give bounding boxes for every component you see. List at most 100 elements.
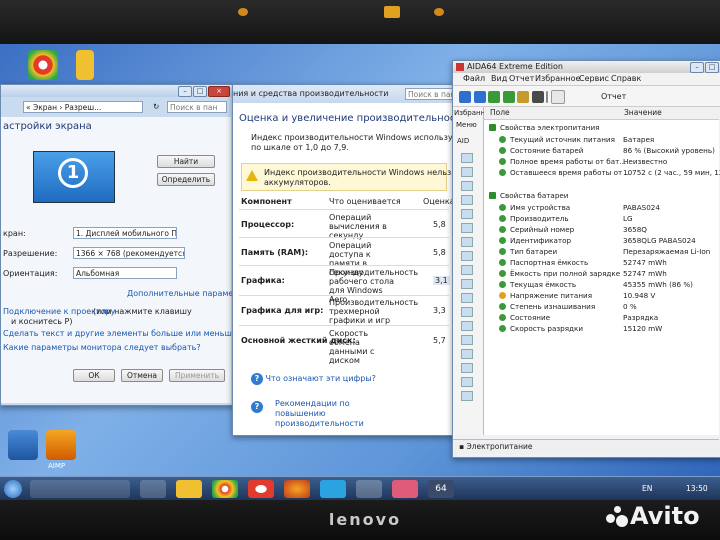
firefox-icon[interactable] (284, 480, 310, 498)
minimize-button[interactable]: – (178, 86, 192, 97)
tree-node-icon[interactable] (461, 167, 473, 177)
address-path[interactable]: ния и средства производительности (233, 89, 388, 98)
folder-icon[interactable] (176, 480, 202, 498)
menu-help[interactable]: Справк (611, 74, 641, 83)
tree-node-icon[interactable] (461, 265, 473, 275)
tree-node-icon[interactable] (461, 153, 473, 163)
list-item[interactable]: Текущий источник питания (499, 135, 615, 144)
aida64-icon[interactable]: 64 (428, 480, 454, 498)
tree-node-icon[interactable] (461, 279, 473, 289)
maximize-button[interactable]: □ (705, 62, 719, 73)
list-item[interactable]: Производитель (499, 214, 569, 223)
folder-icon[interactable] (76, 50, 94, 80)
list-item[interactable]: Скорость разрядки (499, 324, 583, 333)
list-item[interactable]: Степень изнашивания (499, 302, 595, 311)
minimize-button[interactable]: – (690, 62, 704, 73)
report-icon[interactable] (550, 90, 565, 104)
list-item[interactable]: Состояние батарей (499, 146, 583, 155)
clock[interactable]: 13:50 (686, 484, 708, 493)
tree-node-icon[interactable] (461, 391, 473, 401)
search-input[interactable]: Поиск в панели управления (405, 88, 453, 100)
resolution-select[interactable]: 1366 × 768 (рекомендуется) (73, 247, 185, 259)
list-item[interactable]: Напряжение питания (499, 291, 592, 300)
search-input[interactable]: Поиск в пан (167, 101, 227, 113)
cancel-button[interactable]: Отмена (121, 369, 163, 382)
list-item[interactable]: Полное время работы от бат... (499, 157, 626, 166)
tree-node-icon[interactable] (461, 181, 473, 191)
list-item[interactable]: Оставшееся время работы от ... (499, 168, 631, 177)
tab-menu[interactable]: Меню (456, 121, 477, 129)
col-field[interactable]: Поле (490, 108, 510, 117)
forward-icon[interactable] (473, 91, 486, 103)
close-button[interactable]: × (208, 86, 230, 97)
identify-button[interactable]: Определить (157, 173, 215, 186)
tree-node-icon[interactable] (461, 195, 473, 205)
advanced-settings-link[interactable]: Дополнительные параметры (127, 289, 249, 298)
aimp-icon[interactable] (46, 430, 76, 460)
tree-root[interactable]: AID (457, 137, 469, 145)
users-icon[interactable] (517, 91, 530, 103)
list-item[interactable]: Имя устройства (499, 203, 570, 212)
breadcrumb[interactable]: « Экран › Разреш... (23, 101, 143, 113)
text-size-link[interactable]: Сделать текст и другие элементы больше и… (3, 329, 237, 338)
skype-icon[interactable] (320, 480, 346, 498)
back-icon[interactable] (459, 91, 471, 103)
menu-view[interactable]: Вид (491, 74, 507, 83)
list-item[interactable]: Тип батареи (499, 247, 557, 256)
section-power[interactable]: Свойства электропитания (489, 123, 600, 132)
taskbar-search-icon[interactable] (30, 480, 130, 498)
tree-node-icon[interactable] (461, 223, 473, 233)
list-item[interactable]: Состояние (499, 313, 550, 322)
tree-node-icon[interactable] (461, 237, 473, 247)
title-bar[interactable]: – □ × (1, 85, 233, 97)
list-item[interactable]: Идентификатор (499, 236, 571, 245)
menu-service[interactable]: Сервис (579, 74, 609, 83)
tree-node-icon[interactable] (461, 321, 473, 331)
tree-node-icon[interactable] (461, 307, 473, 317)
list-item[interactable]: Текущая ёмкость (499, 280, 576, 289)
desktop-app-icon[interactable] (8, 430, 38, 460)
maximize-button[interactable]: □ (193, 86, 207, 97)
find-button[interactable]: Найти (157, 155, 215, 168)
list-item[interactable]: Паспортная ёмкость (499, 258, 588, 267)
help-link-row[interactable]: ? Что означают эти цифры? (251, 373, 376, 385)
list-item[interactable]: Ёмкость при полной зарядке (499, 269, 620, 278)
performance-icon[interactable] (356, 480, 382, 498)
menu-report[interactable]: Отчет (509, 74, 534, 83)
language-indicator[interactable]: EN (642, 484, 652, 493)
start-button[interactable] (4, 480, 22, 498)
orientation-select[interactable]: Альбомная (73, 267, 177, 279)
menu-file[interactable]: Файл (463, 74, 485, 83)
section-battery[interactable]: Свойства батареи (489, 191, 568, 200)
refresh-icon[interactable] (502, 91, 515, 103)
screen-icon[interactable] (531, 91, 544, 103)
tab-favorites[interactable]: Избранн (454, 109, 485, 117)
col-value[interactable]: Значение (624, 108, 662, 117)
recommend-link[interactable]: Рекомендации по повышению производительн… (275, 399, 395, 429)
tree-node-icon[interactable] (461, 209, 473, 219)
ok-button[interactable]: ОК (73, 369, 115, 382)
yandex-icon[interactable] (248, 480, 274, 498)
window-title: AIDA64 Extreme Edition (467, 62, 563, 71)
tree-node-icon[interactable] (461, 251, 473, 261)
taskbar-window-icon[interactable] (140, 480, 166, 498)
tree-node-icon[interactable] (461, 335, 473, 345)
tree-node-icon[interactable] (461, 377, 473, 387)
title-bar[interactable]: AIDA64 Extreme Edition – □ (453, 61, 720, 73)
screen-select[interactable]: 1. Дисплей мобильного ПК (73, 227, 177, 239)
app-icon[interactable] (392, 480, 418, 498)
numbers-link[interactable]: Что означают эти цифры? (266, 374, 376, 383)
up-icon[interactable] (488, 91, 501, 103)
tree-node-icon[interactable] (461, 349, 473, 359)
list-item[interactable]: Серийный номер (499, 225, 574, 234)
chrome-icon[interactable] (212, 480, 238, 498)
apply-button[interactable]: Применить (169, 369, 225, 382)
tree-node-icon[interactable] (461, 363, 473, 373)
refresh-icon[interactable]: ↻ (151, 101, 159, 113)
monitor-preview[interactable]: 1 (33, 151, 115, 203)
report-button[interactable]: Отчет (601, 92, 626, 101)
chrome-icon[interactable] (28, 50, 58, 80)
menu-favorites[interactable]: Избранное (535, 74, 580, 83)
tree-node-icon[interactable] (461, 293, 473, 303)
which-settings-link[interactable]: Какие параметры монитора следует выбрать… (3, 343, 201, 352)
